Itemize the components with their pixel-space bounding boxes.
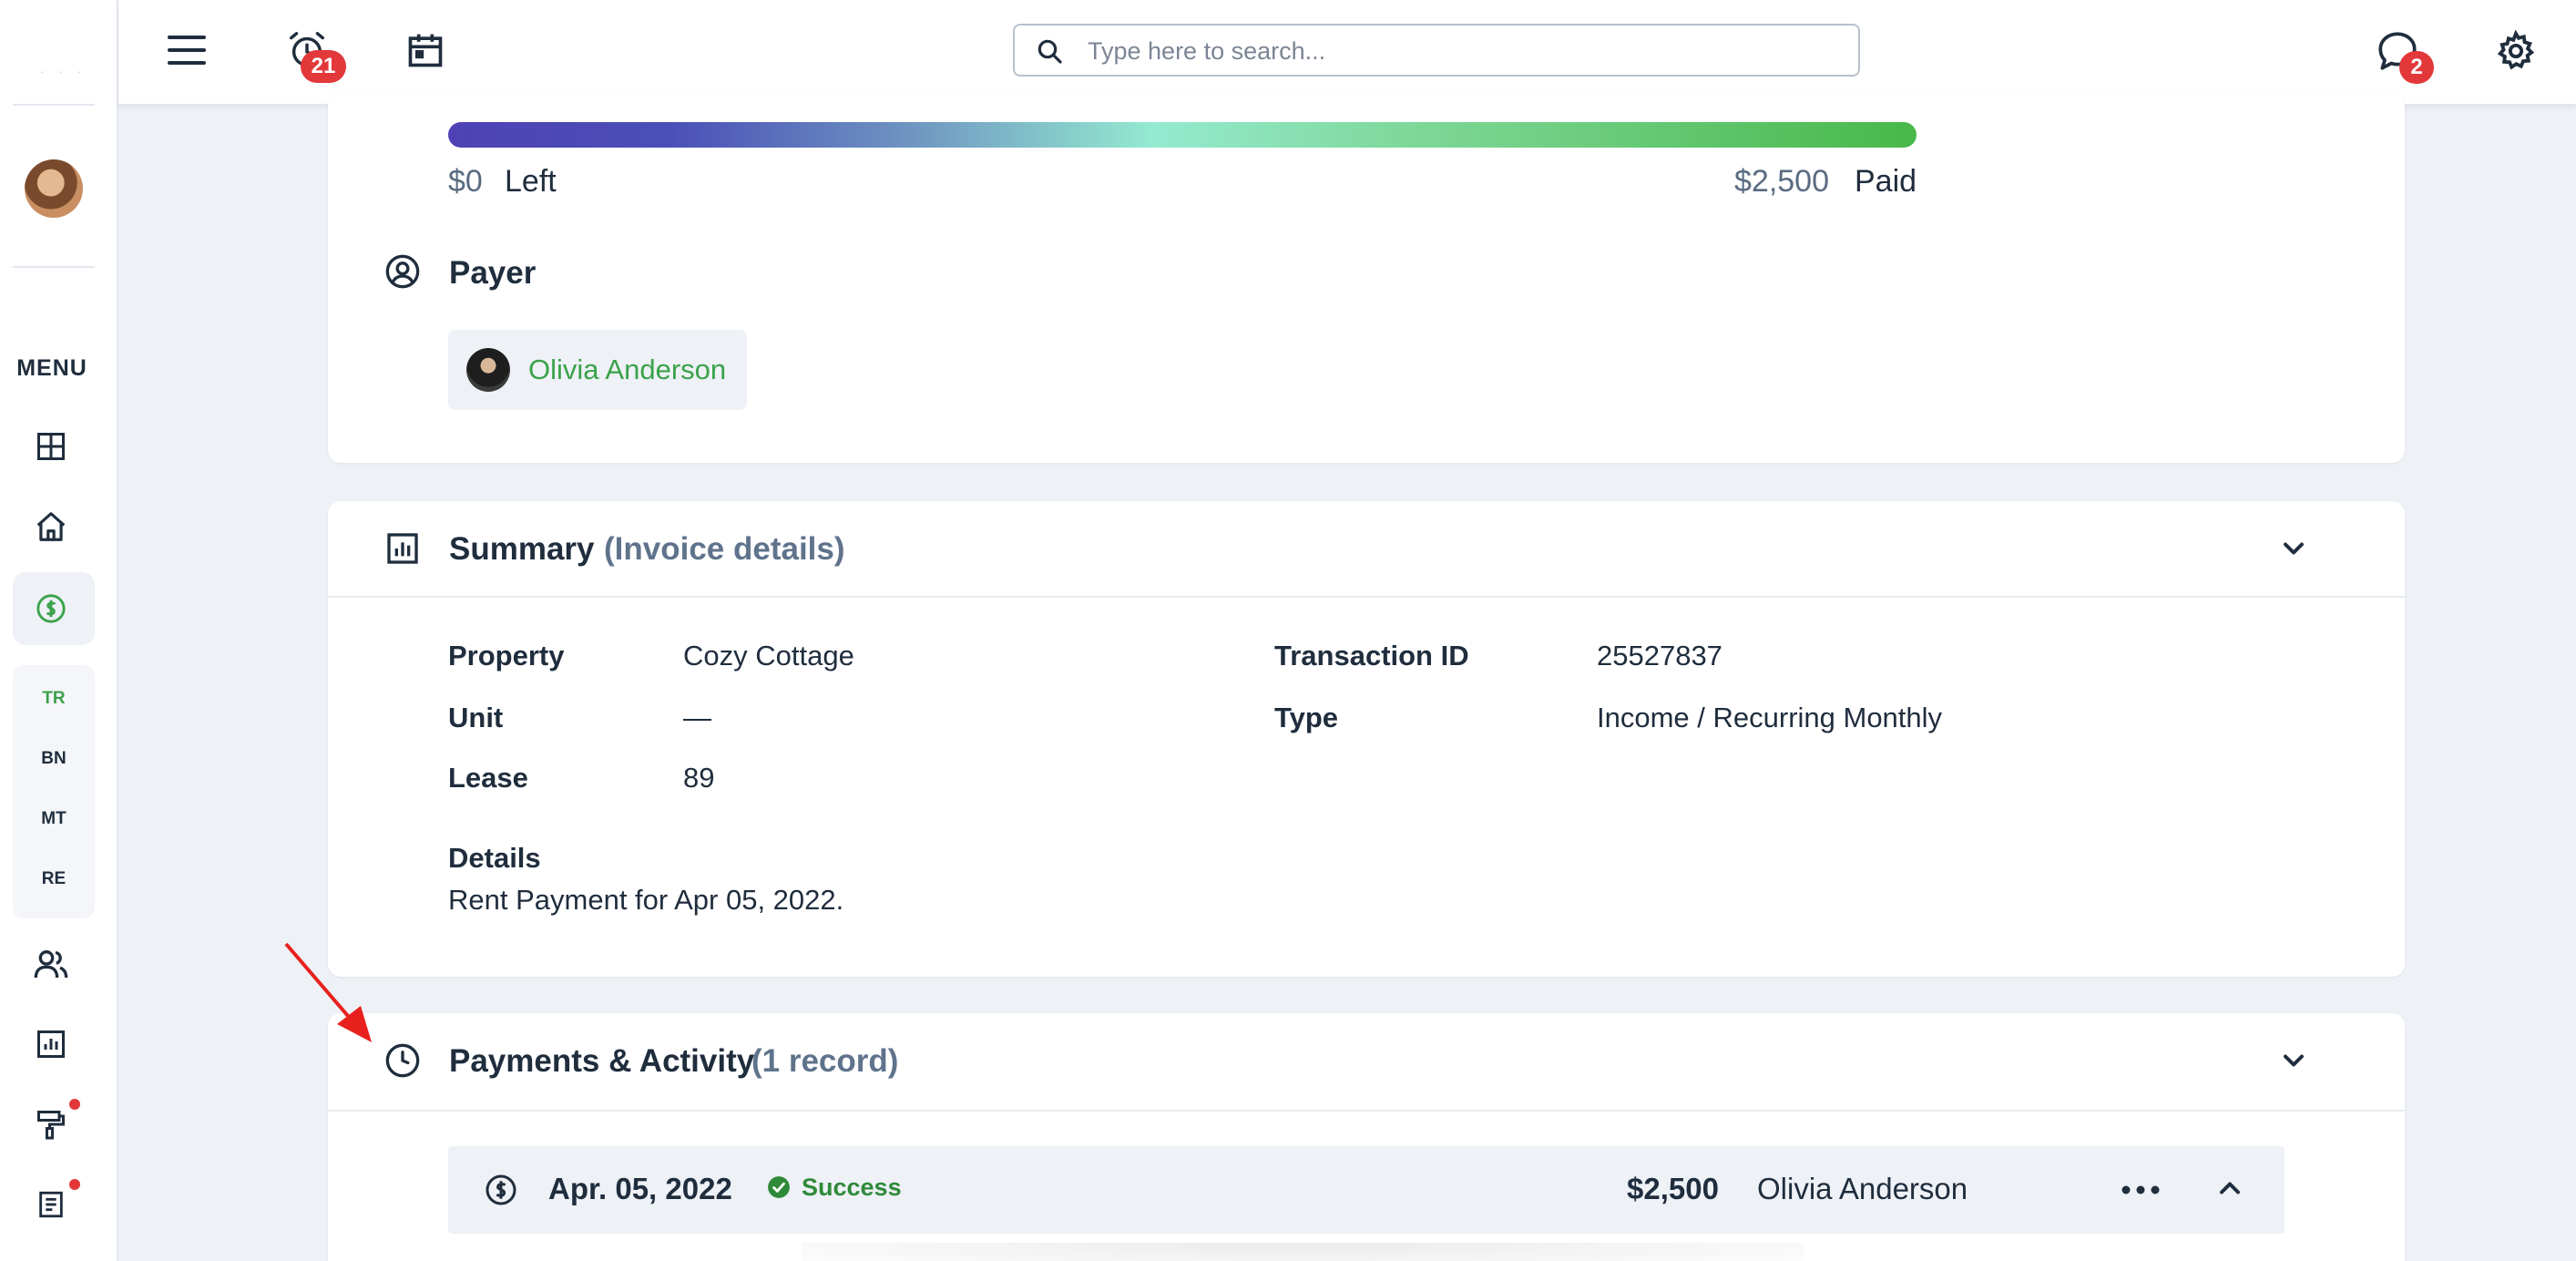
sub-menu: TR BN MT RE: [13, 665, 95, 918]
chevron-down-icon[interactable]: [2277, 532, 2310, 569]
alerts-count-badge: 21: [301, 50, 346, 83]
card-divider: [328, 1110, 2405, 1112]
lease-value: 89: [683, 762, 715, 794]
paint-roller-icon[interactable]: [31, 1104, 71, 1144]
reports-icon[interactable]: [31, 1024, 71, 1064]
summary-subtitle: (Invoice details): [604, 531, 845, 567]
payment-progress-bar: [448, 122, 1917, 148]
chevron-down-icon[interactable]: [2277, 1044, 2310, 1082]
search-input[interactable]: [1088, 35, 1835, 67]
logo[interactable]: · · ·: [40, 64, 87, 78]
payer-name-link[interactable]: Olivia Anderson: [528, 354, 726, 386]
payment-payer: Olivia Anderson: [1757, 1172, 1968, 1205]
payments-title: Payments & Activity: [449, 1043, 755, 1079]
transaction-id-value: 25527837: [1597, 640, 1722, 672]
user-circle-icon: [384, 253, 421, 294]
summary-title: Summary: [449, 531, 595, 567]
payment-status: Success: [802, 1174, 902, 1201]
details-value: Rent Payment for Apr 05, 2022.: [448, 884, 844, 916]
user-avatar[interactable]: [25, 159, 83, 218]
sidebar: · · · MENU TR BN MT RE: [0, 0, 118, 1261]
hamburger-menu-icon[interactable]: [164, 27, 210, 73]
dashboard-icon[interactable]: [31, 426, 71, 466]
top-header: 21 2: [118, 0, 2576, 106]
sub-menu-item-mt[interactable]: MT: [13, 809, 95, 829]
unit-value: —: [683, 702, 711, 733]
bottom-shadow: [802, 1243, 1804, 1261]
left-label: Left: [505, 164, 557, 199]
sub-menu-item-bn[interactable]: BN: [13, 749, 95, 769]
type-value: Income / Recurring Monthly: [1597, 702, 1943, 733]
annotation-arrow: [281, 940, 381, 1054]
notification-dot: [69, 1179, 80, 1190]
payments-subtitle: (1 record): [751, 1043, 899, 1079]
home-icon[interactable]: [31, 507, 71, 547]
card-divider: [328, 596, 2405, 598]
left-amount: $0: [448, 164, 483, 199]
check-circle-icon: [767, 1175, 791, 1204]
search-icon: [1035, 36, 1064, 70]
messages-count-badge: 2: [2399, 51, 2434, 84]
paid-label: Paid: [1855, 164, 1917, 199]
more-options-icon[interactable]: [2119, 1174, 2162, 1211]
type-label: Type: [1274, 702, 1339, 733]
payer-title: Payer: [449, 255, 537, 291]
payer-chip[interactable]: Olivia Anderson: [448, 330, 747, 410]
dollar-circle-icon[interactable]: [31, 589, 71, 629]
menu-label: MENU: [16, 355, 87, 381]
paid-amount: $2,500: [1734, 164, 1829, 199]
transaction-id-label: Transaction ID: [1274, 640, 1469, 672]
property-link[interactable]: Cozy Cottage: [683, 640, 854, 672]
search-box: [1013, 24, 1860, 77]
chevron-up-icon[interactable]: [2213, 1172, 2246, 1209]
calendar-icon[interactable]: [401, 26, 450, 75]
lease-label: Lease: [448, 762, 528, 794]
document-icon[interactable]: [31, 1184, 71, 1225]
users-icon[interactable]: [31, 944, 71, 984]
payment-amount: $2,500: [1627, 1172, 1719, 1205]
sidebar-divider: [13, 104, 95, 106]
payment-date: Apr. 05, 2022: [548, 1172, 732, 1205]
payer-avatar: [466, 348, 510, 392]
notification-dot: [69, 1099, 80, 1110]
property-label: Property: [448, 640, 565, 672]
details-label: Details: [448, 842, 541, 874]
sub-menu-item-tr[interactable]: TR: [13, 689, 95, 709]
sidebar-divider: [13, 266, 95, 268]
bar-chart-icon: [384, 530, 421, 571]
sub-menu-item-re[interactable]: RE: [13, 869, 95, 889]
unit-label: Unit: [448, 702, 504, 733]
payment-row[interactable]: Apr. 05, 2022 Success $2,500 Olivia Ande…: [448, 1146, 2285, 1234]
dollar-circle-icon: [485, 1174, 517, 1211]
gear-icon[interactable]: [2490, 26, 2541, 77]
clock-icon: [384, 1042, 421, 1083]
